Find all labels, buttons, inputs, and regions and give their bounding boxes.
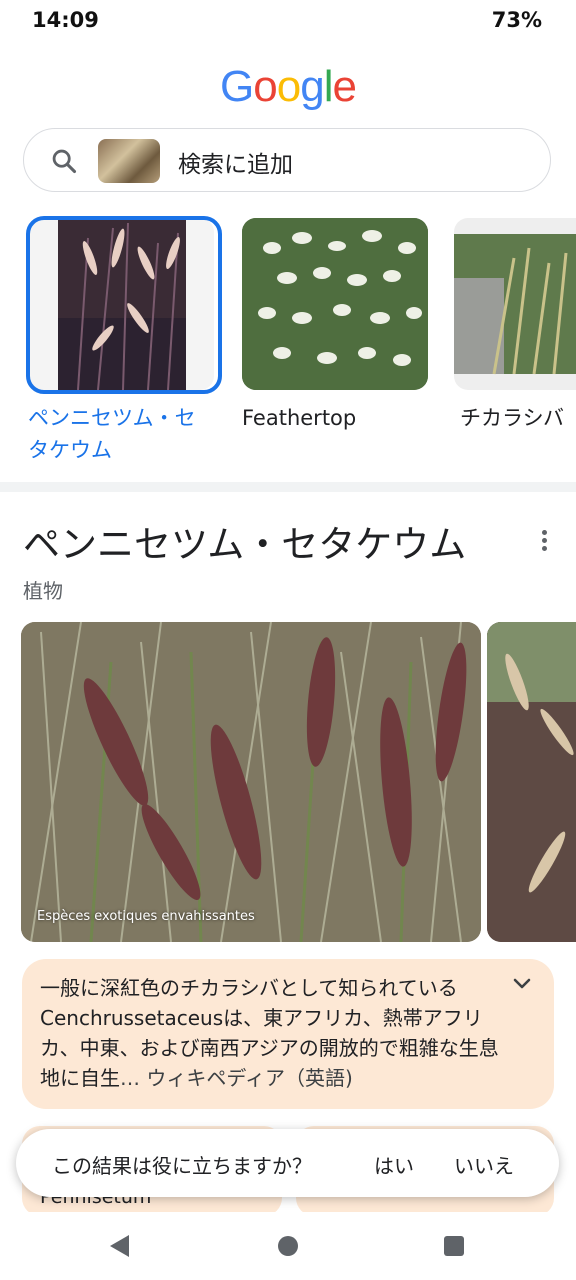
search-icon [52,149,77,174]
search-image-thumbnail[interactable] [98,139,160,183]
recent-apps-icon[interactable] [444,1236,464,1256]
logo-letter: o [253,62,278,111]
chevron-down-icon[interactable] [512,977,532,991]
suggestion-image [454,218,576,390]
logo-letter: g [300,62,325,111]
logo-letter: G [220,62,254,111]
suggestion-label: チカラシバ [460,406,564,430]
suggestion-card-chikarashiba[interactable]: チカラシバ [454,218,576,434]
feedback-prompt: この結果は役に立ちますか？ はい いいえ [16,1129,559,1197]
status-time: 14:09 [32,8,99,32]
suggestion-carousel: ペンニセツム・セタケウム Feathertop チカラシバ [0,216,576,478]
description-text: 一般に深紅色のチカラシバとして知られているCenchrussetaceusは、東… [40,973,510,1093]
section-divider [0,482,576,492]
suggestion-label: ペンニセツム・セタケウム [28,406,196,462]
logo-letter: l [323,62,334,111]
knowledge-panel-image-secondary[interactable] [487,622,576,942]
suggestion-label: Feathertop [242,406,357,430]
add-to-search-text[interactable]: 検索に追加 [178,145,293,179]
google-logo: Google [0,62,576,112]
suggestion-card-pennisetum[interactable]: ペンニセツム・セタケウム [26,216,222,466]
knowledge-panel-title: ペンニセツム・セタケウム [23,523,467,566]
description-card[interactable]: 一般に深紅色のチカラシバとして知られているCenchrussetaceusは、東… [22,959,554,1109]
feedback-yes-button[interactable]: はい [374,1150,414,1179]
knowledge-panel-subtitle: 植物 [23,579,63,603]
suggestion-image [242,218,428,390]
knowledge-panel-image[interactable]: Espèces exotiques envahissantes [21,622,481,942]
image-caption: Espèces exotiques envahissantes [37,909,255,924]
logo-letter: o [276,62,302,111]
feedback-no-button[interactable]: いいえ [454,1150,514,1179]
selected-frame [26,216,222,394]
feedback-question: この結果は役に立ちますか？ [52,1154,312,1178]
status-bar: 14:09 73% [0,0,576,40]
search-bar[interactable]: 検索に追加 [23,128,551,192]
home-icon[interactable] [278,1236,298,1256]
system-nav-bar [0,1212,576,1280]
wikipedia-source-link[interactable]: … ウィキペディア（英語) [120,1066,353,1090]
battery-level: 73% [491,8,542,32]
logo-letter: e [332,62,357,111]
more-options-icon[interactable] [536,528,552,554]
back-icon[interactable] [110,1235,129,1257]
suggestion-card-feathertop[interactable]: Feathertop [242,218,428,434]
